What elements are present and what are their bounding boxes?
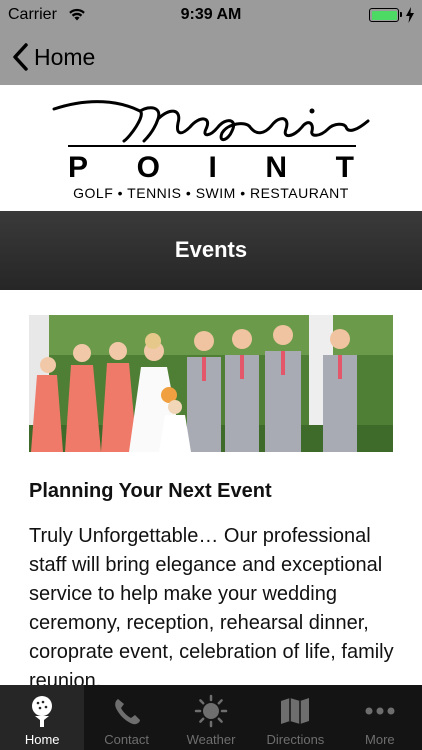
brand-logo: P O I N T GOLF • TENNIS • SWIM • RESTAUR… — [0, 85, 422, 211]
tab-bar: Home Contact Weather Directions More — [0, 685, 422, 750]
logo-letter: I — [208, 151, 219, 184]
tab-label: Directions — [266, 732, 325, 747]
more-dots-icon — [365, 707, 395, 715]
content-body-text: Truly Unforgettable… Our professional st… — [29, 525, 394, 692]
status-time: 9:39 AM — [180, 6, 242, 23]
sun-icon — [194, 694, 228, 728]
content-heading: Planning Your Next Event — [29, 480, 272, 502]
tab-label: Contact — [104, 732, 150, 747]
logo-point-text: P O I N T — [68, 151, 356, 185]
logo-letter: T — [335, 151, 356, 184]
status-bar: Carrier 9:39 AM — [0, 0, 422, 30]
golf-ball-tee-icon — [32, 696, 53, 727]
logo-letter: O — [136, 151, 162, 184]
tab-directions[interactable]: Directions — [253, 685, 337, 750]
chevron-left-icon — [13, 43, 28, 71]
navigation-bar: Home — [0, 30, 422, 85]
logo-letter: P — [68, 151, 91, 184]
logo-tagline: GOLF • TENNIS • SWIM • RESTAURANT — [73, 185, 349, 201]
back-button[interactable]: Home — [10, 40, 95, 74]
charging-bolt-icon — [406, 7, 414, 23]
tab-label: More — [365, 732, 395, 747]
tab-label: Weather — [186, 732, 236, 747]
tab-more[interactable]: More — [338, 685, 422, 750]
tab-weather[interactable]: Weather — [169, 685, 253, 750]
wedding-party-photo — [29, 315, 393, 452]
map-icon — [281, 698, 310, 724]
section-header: Events — [0, 211, 422, 290]
logo-divider — [68, 145, 356, 147]
back-button-label: Home — [34, 43, 96, 70]
tab-contact[interactable]: Contact — [84, 685, 168, 750]
magnolia-script-logo — [52, 100, 370, 143]
tab-home[interactable]: Home — [0, 685, 85, 750]
page-title: Events — [174, 237, 248, 262]
phone-icon — [114, 699, 140, 725]
battery-icon — [369, 8, 402, 22]
logo-letter: N — [265, 151, 290, 184]
tab-label: Home — [24, 732, 60, 747]
